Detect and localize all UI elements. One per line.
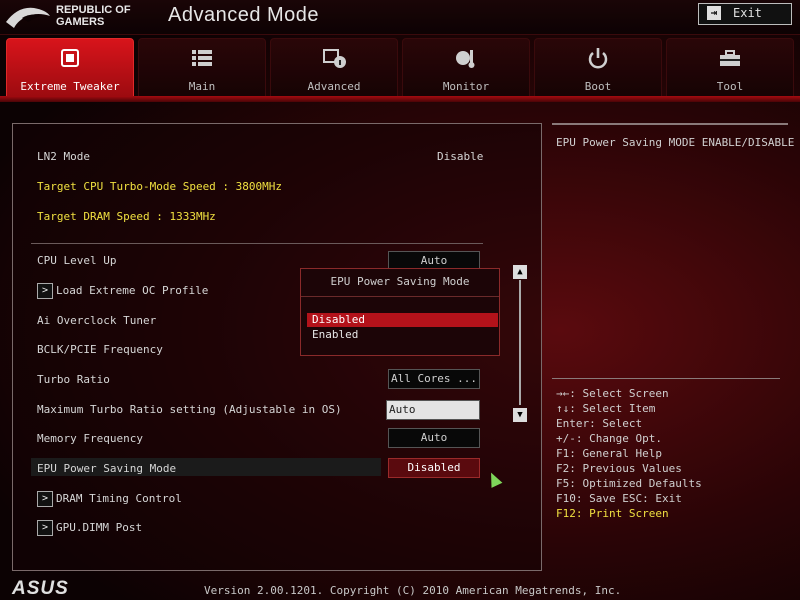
exit-label: Exit [733, 6, 762, 20]
dram-timing-control[interactable]: DRAM Timing Control [56, 492, 182, 505]
scrollbar-track[interactable] [519, 280, 521, 405]
load-extreme-oc-profile[interactable]: Load Extreme OC Profile [56, 284, 208, 297]
tab-tool[interactable]: Tool [666, 38, 794, 98]
popup-option-enabled[interactable]: Enabled [307, 328, 498, 342]
tab-main[interactable]: Main [138, 38, 266, 98]
key-hint: F10: Save ESC: Exit [556, 492, 682, 505]
scroll-down-arrow-icon[interactable]: ▼ [513, 408, 527, 422]
tab-label: Main [188, 80, 216, 93]
memory-frequency-value[interactable]: Auto [388, 428, 480, 448]
target-dram-speed: Target DRAM Speed : 1333MHz [37, 210, 216, 223]
rog-eye-logo-icon [6, 7, 50, 28]
divider [31, 243, 483, 244]
tab-monitor[interactable]: Monitor [402, 38, 530, 98]
temperature-icon [456, 50, 475, 68]
key-hint: Enter: Select [556, 417, 643, 430]
tab-underline [0, 96, 800, 102]
tab-bar: Extreme Tweaker Main Advanced Monitor Bo… [0, 38, 800, 98]
ram-icon [61, 49, 79, 67]
tab-label: Monitor [442, 80, 490, 93]
scroll-up-arrow-icon[interactable]: ▲ [513, 265, 527, 279]
tab-boot[interactable]: Boot [534, 38, 662, 98]
exit-button[interactable]: ⇥ Exit [698, 3, 792, 25]
target-cpu-speed: Target CPU Turbo-Mode Speed : 3800MHz [37, 180, 283, 193]
key-hint-print-screen: F12: Print Screen [556, 507, 669, 520]
asus-logo: ASUS [12, 578, 69, 599]
power-icon [588, 48, 608, 69]
tab-advanced[interactable]: Advanced [270, 38, 398, 98]
key-hint: ↑↓: Select Item [556, 402, 656, 415]
epu-power-saving-label[interactable]: EPU Power Saving Mode [37, 462, 176, 475]
brand-line-2: GAMERS [56, 16, 105, 28]
tab-label: Extreme Tweaker [20, 80, 120, 93]
ai-overclock-tuner-label[interactable]: Ai Overclock Tuner [37, 314, 156, 327]
key-hint: F5: Optimized Defaults [556, 477, 702, 490]
keys-divider [552, 378, 780, 379]
ln2-mode-value: Disable [437, 150, 484, 163]
tab-label: Advanced [307, 80, 361, 93]
popup-divider [301, 296, 499, 297]
tab-extreme-tweaker[interactable]: Extreme Tweaker [6, 38, 134, 98]
help-panel-border [552, 123, 788, 125]
page-title: Advanced Mode [168, 4, 320, 26]
footer-version: Version 2.00.1201. Copyright (C) 2010 Am… [204, 584, 622, 597]
key-hint: →←: Select Screen [556, 387, 669, 400]
popup-title: EPU Power Saving Mode [330, 275, 470, 288]
tab-label: Tool [716, 80, 744, 93]
chevron-right-icon: > [37, 491, 53, 507]
list-icon [192, 50, 212, 66]
max-turbo-ratio-label[interactable]: Maximum Turbo Ratio setting (Adjustable … [37, 403, 342, 416]
key-hint: F2: Previous Values [556, 462, 682, 475]
help-description: EPU Power Saving MODE ENABLE/DISABLE [556, 136, 795, 149]
toolbox-icon [720, 50, 740, 66]
brand-text: REPUBLIC OF GAMERS [56, 4, 131, 28]
popup-option-disabled[interactable]: Disabled [307, 313, 498, 327]
exit-door-icon: ⇥ [707, 6, 721, 20]
key-hint: F1: General Help [556, 447, 662, 460]
gpu-dimm-post[interactable]: GPU.DIMM Post [56, 521, 142, 534]
info-icon [323, 49, 346, 68]
turbo-ratio-label[interactable]: Turbo Ratio [37, 373, 110, 386]
cpu-level-up-label[interactable]: CPU Level Up [37, 254, 116, 267]
epu-mode-popup: EPU Power Saving Mode Disabled Enabled [300, 268, 500, 356]
turbo-ratio-value[interactable]: All Cores ... [388, 369, 480, 389]
memory-frequency-label[interactable]: Memory Frequency [37, 432, 143, 445]
ln2-mode-label: LN2 Mode [37, 150, 90, 163]
epu-power-saving-value[interactable]: Disabled [388, 458, 480, 478]
max-turbo-ratio-input[interactable]: Auto [386, 400, 480, 420]
tab-label: Boot [584, 80, 612, 93]
chevron-right-icon: > [37, 283, 53, 299]
key-hint: +/-: Change Opt. [556, 432, 662, 445]
bclk-pcie-frequency-label[interactable]: BCLK/PCIE Frequency [37, 343, 163, 356]
chevron-right-icon: > [37, 520, 53, 536]
brand-line-1: REPUBLIC OF [56, 4, 131, 16]
header-bar: REPUBLIC OF GAMERS Advanced Mode ⇥ Exit [0, 0, 800, 35]
